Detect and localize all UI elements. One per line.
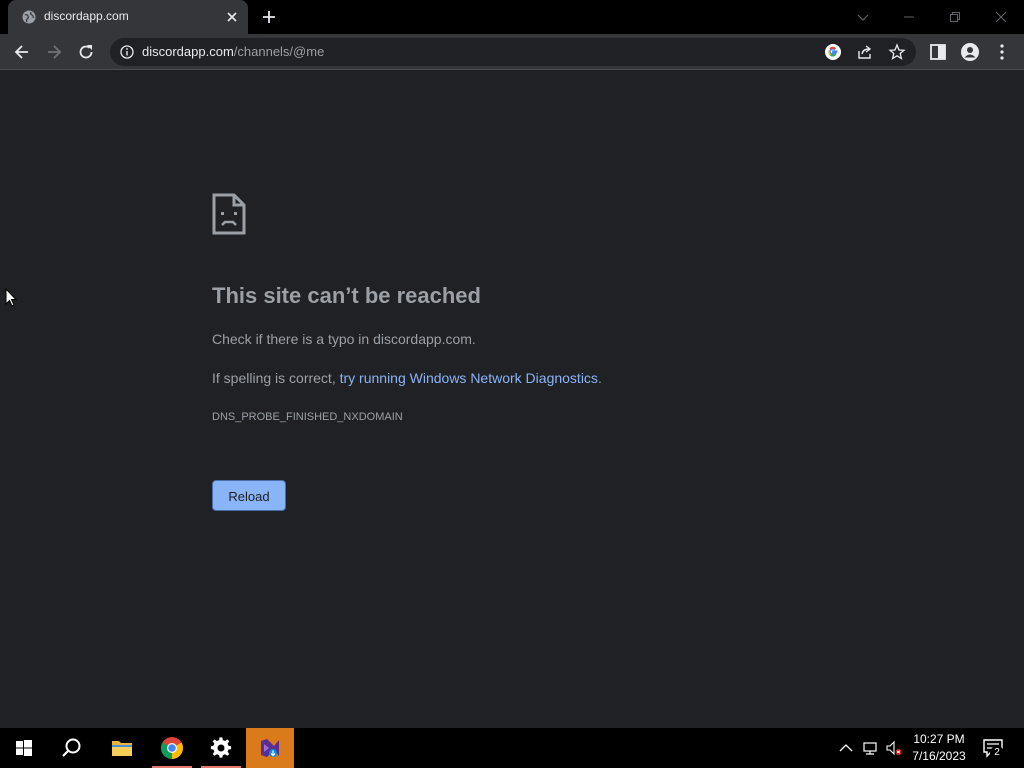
network-icon[interactable] <box>862 740 878 756</box>
bookmark-star-icon[interactable] <box>888 43 906 61</box>
reload-icon[interactable] <box>76 42 96 62</box>
chevron-down-icon <box>857 14 869 21</box>
close-window-button[interactable] <box>978 0 1024 34</box>
restore-button[interactable] <box>932 0 978 34</box>
search-button[interactable] <box>48 728 96 768</box>
minimize-button[interactable] <box>886 0 932 34</box>
gear-icon <box>210 737 232 758</box>
new-tab-icon[interactable] <box>260 8 278 26</box>
error-code: DNS_PROBE_FINISHED_NXDOMAIN <box>212 411 403 423</box>
search-icon <box>62 738 81 757</box>
notification-count-badge: 2 <box>990 746 1004 760</box>
visual-studio-installer-button[interactable] <box>246 728 294 768</box>
sad-page-icon <box>212 193 246 235</box>
google-lens-icon[interactable] <box>824 43 842 61</box>
error-title: This site can’t be reached <box>212 283 481 308</box>
address-bar[interactable]: discordapp.com/channels/@me <box>110 38 916 66</box>
site-info-icon[interactable] <box>120 45 134 59</box>
windows-logo-icon <box>16 740 32 756</box>
browser-toolbar: discordapp.com/channels/@me <box>0 34 1024 70</box>
network-diagnostics-link[interactable]: try running Windows Network Diagnostics <box>340 370 598 386</box>
windows-taskbar: 10:27 PM 7/16/2023 2 <box>0 728 1024 768</box>
diagnostics-prefix: If spelling is correct, <box>212 370 340 386</box>
file-explorer-button[interactable] <box>98 728 146 768</box>
browser-tab[interactable]: discordapp.com <box>8 0 248 34</box>
tab-title: discordapp.com <box>44 9 129 23</box>
url-path: /channels/@me <box>233 44 325 59</box>
profile-avatar-icon[interactable] <box>960 42 980 62</box>
volume-muted-icon[interactable] <box>886 740 902 756</box>
close-tab-icon[interactable] <box>224 9 240 25</box>
diagnostics-suffix: . <box>597 370 602 386</box>
forward-arrow-icon[interactable] <box>44 42 64 62</box>
url-text: discordapp.com/channels/@me <box>142 44 324 59</box>
chrome-taskbar-button[interactable] <box>148 728 196 768</box>
clock-time: 10:27 PM <box>913 732 965 746</box>
close-icon <box>995 11 1007 23</box>
chevron-up-icon[interactable] <box>838 740 854 756</box>
back-arrow-icon[interactable] <box>12 42 32 62</box>
clock-date: 7/16/2023 <box>912 749 966 763</box>
error-diagnostics-hint: If spelling is correct, try running Wind… <box>212 370 602 386</box>
menu-kebab-icon[interactable] <box>992 42 1012 62</box>
tab-search-button[interactable] <box>840 0 886 34</box>
settings-taskbar-button[interactable] <box>197 728 245 768</box>
minimize-icon <box>904 16 914 18</box>
chrome-icon <box>161 737 183 759</box>
system-clock[interactable]: 10:27 PM 7/16/2023 <box>906 731 972 765</box>
visual-studio-installer-icon <box>261 739 279 757</box>
tab-strip: discordapp.com <box>0 0 1024 34</box>
mouse-cursor-icon <box>5 288 17 307</box>
error-typo-hint: Check if there is a typo in discordapp.c… <box>212 331 476 347</box>
side-panel-icon[interactable] <box>928 42 948 62</box>
share-icon[interactable] <box>856 43 874 61</box>
globe-icon <box>22 10 36 24</box>
reload-button[interactable]: Reload <box>212 480 286 511</box>
start-button[interactable] <box>0 728 48 768</box>
error-page: This site can’t be reached Check if ther… <box>0 71 1024 728</box>
folder-icon <box>112 741 132 756</box>
url-host: discordapp.com <box>142 44 234 59</box>
restore-icon <box>950 12 960 22</box>
